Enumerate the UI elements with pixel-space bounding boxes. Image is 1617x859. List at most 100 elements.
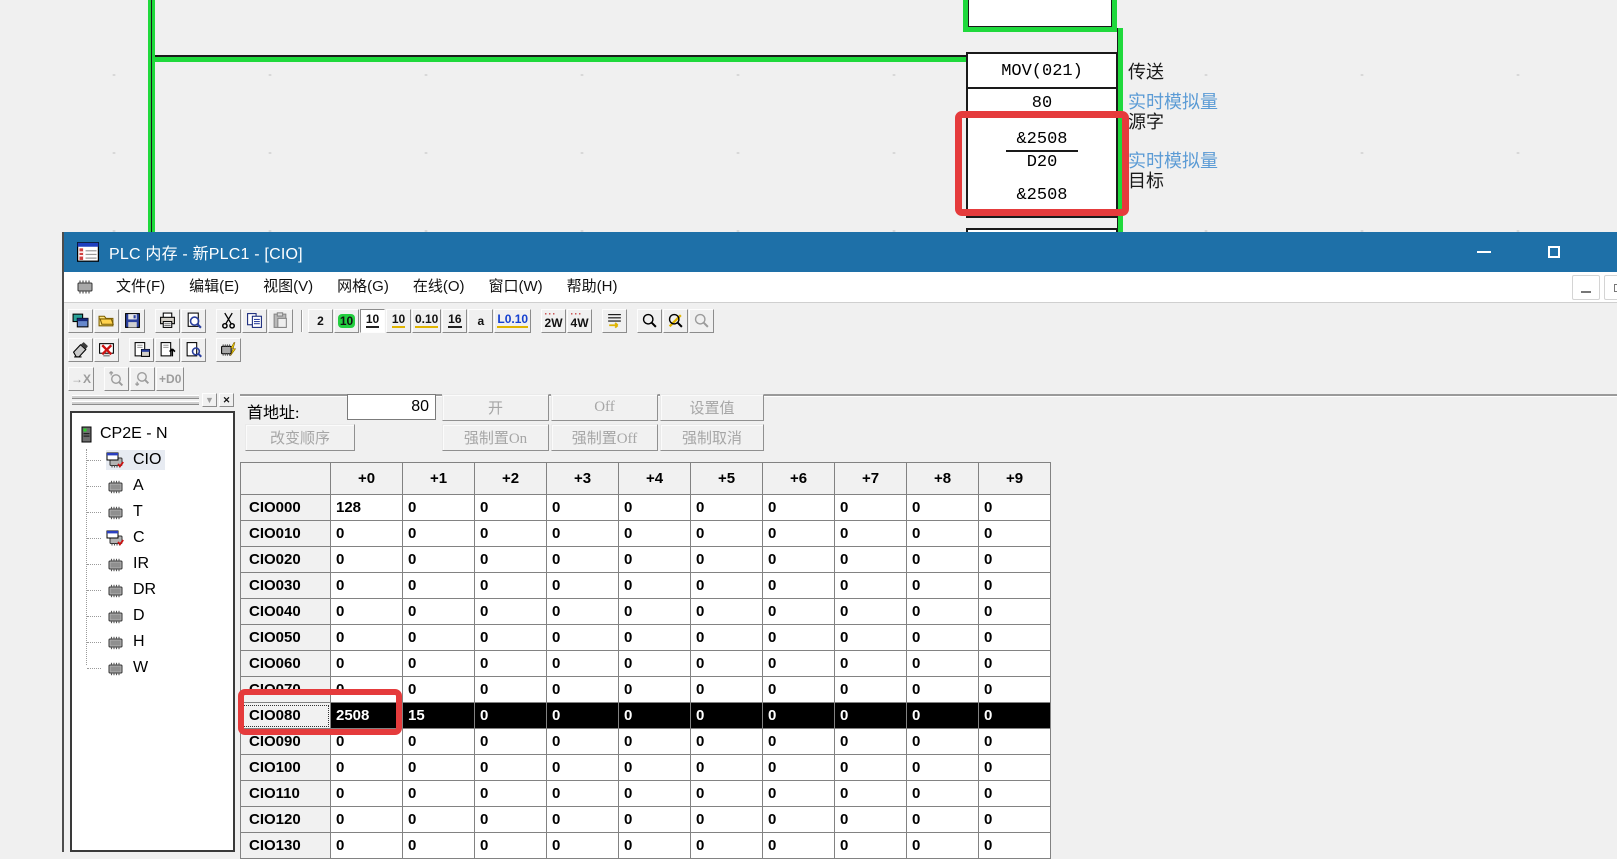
memory-cell[interactable]: 0 [403,781,475,807]
memory-cell[interactable]: 0 [691,677,763,703]
copy-button[interactable] [242,309,267,333]
memory-cell[interactable]: 0 [907,703,979,729]
memory-cell[interactable]: 0 [619,677,691,703]
mdi-minimize-button[interactable] [1572,275,1600,300]
memory-cell[interactable]: 0 [331,573,403,599]
memory-cell[interactable]: 0 [547,755,619,781]
row-label[interactable]: CIO040 [241,599,331,625]
row-label[interactable]: CIO050 [241,625,331,651]
memory-cell[interactable]: 0 [331,547,403,573]
ctl-on-button[interactable]: 开 [442,394,549,421]
memory-cell[interactable]: 0 [547,625,619,651]
window-titlebar[interactable]: PLC 内存 - 新PLC1 - [CIO] [64,232,1617,272]
memory-cell[interactable]: 0 [475,703,547,729]
open-button[interactable] [94,309,119,333]
menu-item-6[interactable]: 帮助(H) [555,272,630,302]
memory-cell[interactable]: 0 [907,677,979,703]
memory-cell[interactable]: 0 [403,521,475,547]
memory-cell[interactable]: 0 [475,573,547,599]
mdi-restore-button[interactable] [1604,275,1617,300]
memory-cell[interactable]: 0 [547,807,619,833]
memory-cell[interactable]: 0 [763,677,835,703]
system-menu-chip-icon[interactable] [74,279,96,295]
memory-cell[interactable]: 0 [907,625,979,651]
fill-data-area-button[interactable] [68,338,93,362]
memory-cell[interactable]: 0 [619,781,691,807]
format-binary-button[interactable]: 2 [308,309,333,333]
clear-data-area-button[interactable] [94,338,119,362]
memory-cell[interactable]: 0 [835,599,907,625]
memory-cell[interactable]: 15 [403,703,475,729]
memory-cell[interactable]: 0 [907,521,979,547]
memory-cell[interactable]: 0 [619,599,691,625]
format-2-words-button[interactable]: ···2W [541,309,566,333]
column-header-plus4[interactable]: +4 [619,463,691,495]
memory-cell[interactable]: 0 [907,755,979,781]
memory-cell[interactable]: 0 [835,521,907,547]
tree-item-w[interactable]: W [106,655,233,681]
memory-cell[interactable]: 0 [475,781,547,807]
memory-cell[interactable]: 0 [835,651,907,677]
tree-item-d[interactable]: D [106,603,233,629]
memory-cell[interactable]: 0 [907,729,979,755]
memory-cell[interactable]: 0 [979,547,1051,573]
row-label[interactable]: CIO000 [241,495,331,521]
memory-cell[interactable]: 0 [763,729,835,755]
memory-cell[interactable]: 0 [907,547,979,573]
memory-cell[interactable]: 0 [403,807,475,833]
memory-cell[interactable]: 0 [979,703,1051,729]
memory-cell[interactable]: 0 [691,703,763,729]
memory-cell[interactable]: 0 [475,625,547,651]
format-signed-decimal-button[interactable]: 10 [386,309,411,333]
memory-cell[interactable]: 0 [547,599,619,625]
memory-cell[interactable]: 0 [475,677,547,703]
tree-root-device[interactable]: CP2E - N [80,421,233,447]
memory-cell[interactable]: 0 [619,495,691,521]
memory-cell[interactable]: 0 [403,625,475,651]
memory-cell[interactable]: 0 [331,807,403,833]
memory-cell[interactable]: 0 [691,547,763,573]
ctl-off-button[interactable]: Off [551,394,658,421]
memory-cell[interactable]: 0 [547,781,619,807]
memory-cell[interactable]: 0 [619,807,691,833]
memory-cell[interactable]: 0 [835,547,907,573]
memory-cell[interactable]: 0 [835,807,907,833]
memory-cell[interactable]: 0 [835,625,907,651]
memory-cell[interactable]: 0 [907,807,979,833]
memory-cell[interactable]: 0 [907,573,979,599]
memory-cell[interactable]: 0 [979,573,1051,599]
memory-cell[interactable]: 0 [979,625,1051,651]
maximize-button[interactable] [1531,232,1577,272]
memory-cell[interactable]: 0 [331,599,403,625]
print-preview-button[interactable] [181,309,206,333]
memory-cell[interactable]: 0 [763,755,835,781]
memory-cell[interactable]: 0 [547,495,619,521]
memory-cell[interactable]: 0 [763,521,835,547]
memory-cell[interactable]: 0 [403,677,475,703]
ctl-order-button[interactable]: 改变顺序 [245,424,355,451]
format-bcd-button[interactable]: 10 [334,309,359,333]
start-address-input[interactable] [347,394,436,420]
zoom-custom-button[interactable] [663,309,688,333]
panel-dropdown-button[interactable]: ▼ [202,393,217,407]
menu-item-5[interactable]: 窗口(W) [477,272,555,302]
format-text-button[interactable]: a [468,309,493,333]
memory-cell[interactable]: 0 [403,833,475,859]
memory-cell[interactable]: 0 [475,833,547,859]
memory-cell[interactable]: 0 [475,755,547,781]
row-label[interactable]: CIO120 [241,807,331,833]
row-label[interactable]: CIO060 [241,651,331,677]
memory-cell[interactable]: 0 [403,651,475,677]
print-button[interactable] [155,309,180,333]
memory-cell[interactable]: 0 [475,729,547,755]
new-view-button[interactable] [68,309,93,333]
transfer-to-plc-button[interactable] [129,338,154,362]
memory-cell[interactable]: 0 [691,495,763,521]
memory-cell[interactable]: 0 [691,521,763,547]
column-header-plus2[interactable]: +2 [475,463,547,495]
memory-cell[interactable]: 0 [979,781,1051,807]
cut-button[interactable] [216,309,241,333]
menu-item-3[interactable]: 网格(G) [325,272,401,302]
memory-cell[interactable]: 0 [691,755,763,781]
memory-cell[interactable]: 0 [547,547,619,573]
